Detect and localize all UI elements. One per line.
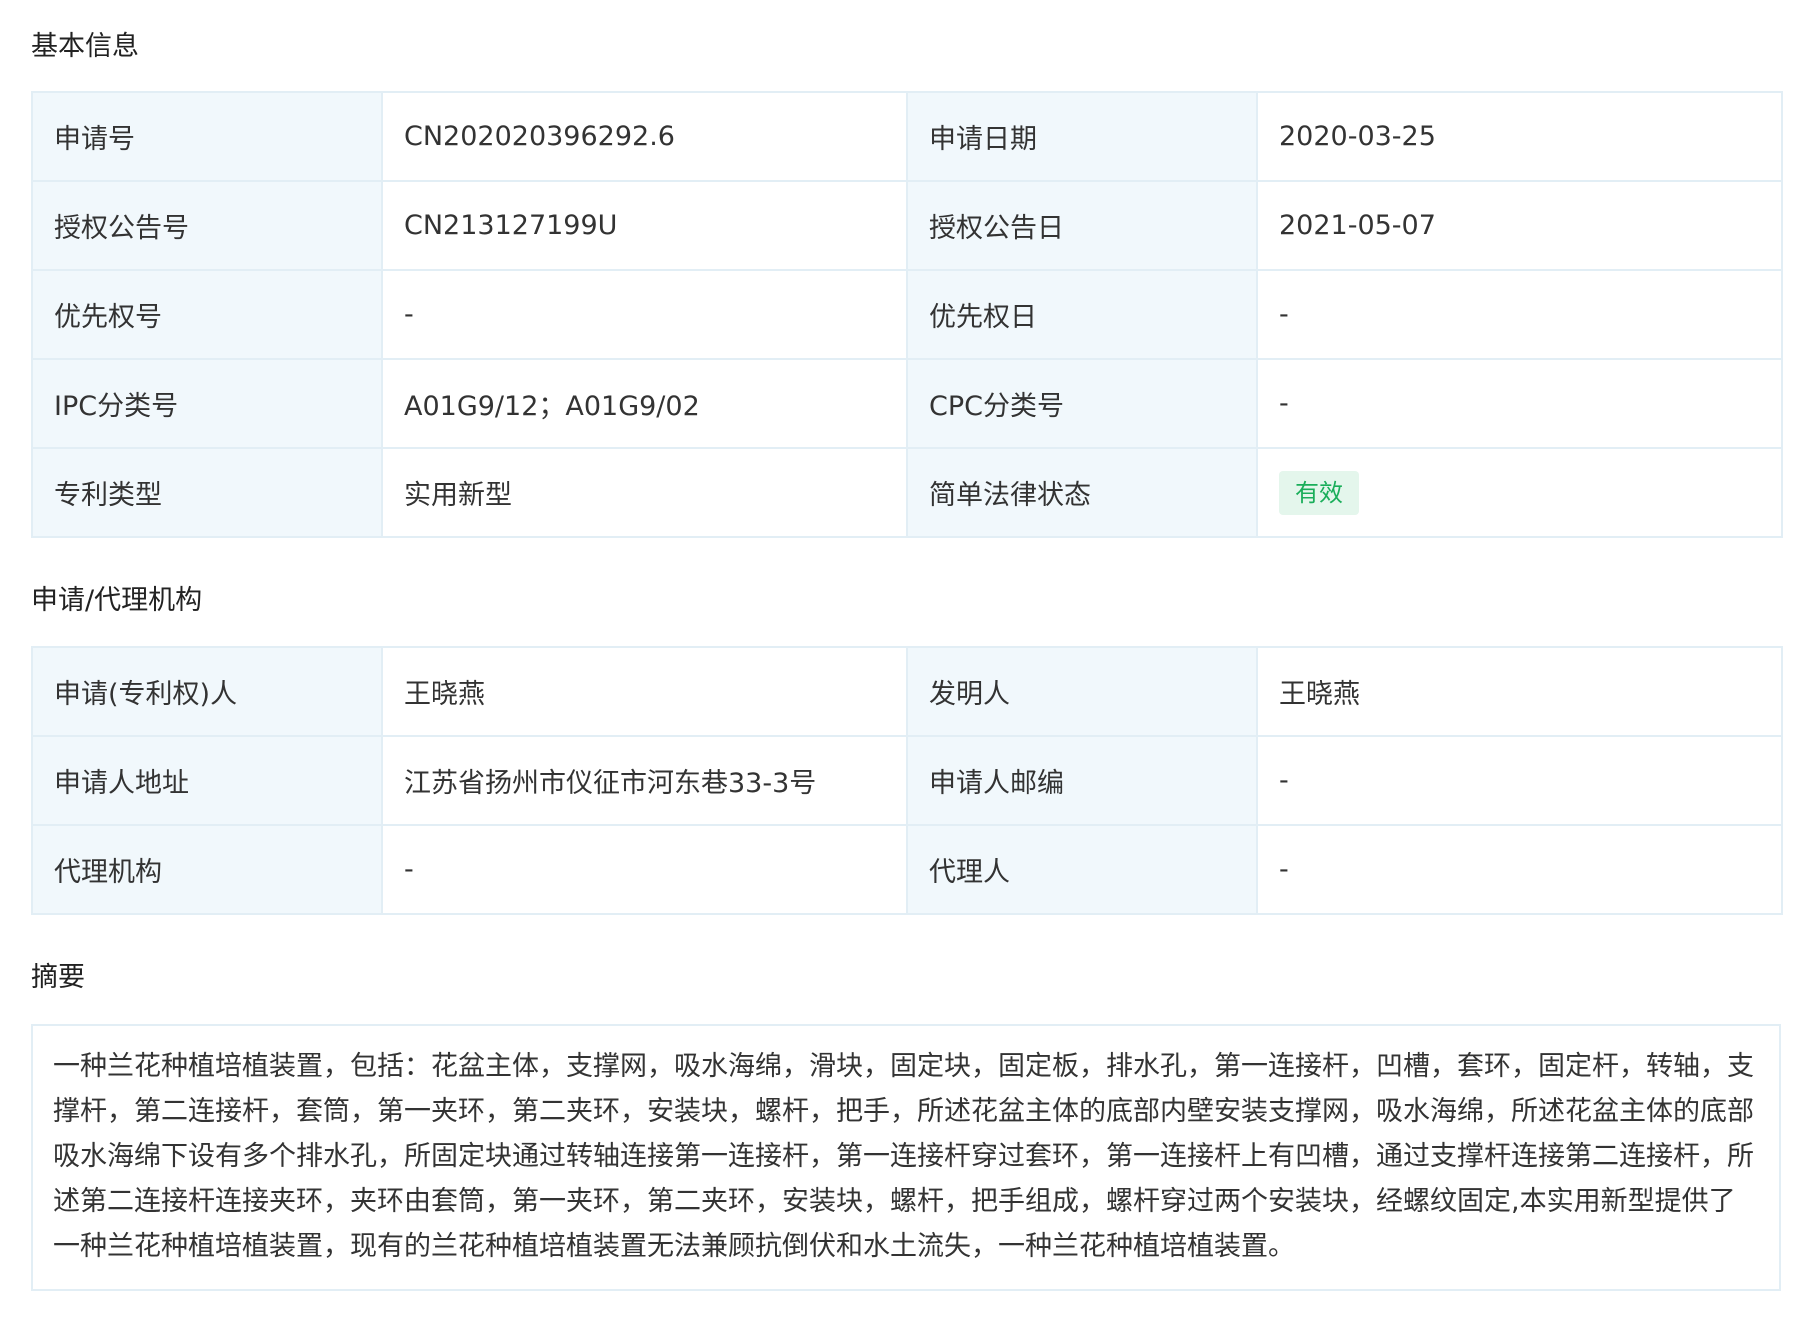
table-row: 授权公告号 CN213127199U 授权公告日 2021-05-07	[31, 180, 1783, 271]
table-row: 专利类型 实用新型 简单法律状态 有效	[31, 447, 1783, 538]
table-row: 优先权号 - 优先权日 -	[31, 269, 1783, 360]
abstract-text: 一种兰花种植培植装置，包括：花盆主体，支撑网，吸水海绵，滑块，固定块，固定板，排…	[31, 1024, 1781, 1291]
field-label: CPC分类号	[906, 358, 1258, 449]
application-date: 2020-03-25	[1256, 91, 1783, 182]
field-label: 申请日期	[906, 91, 1258, 182]
grant-publication-date: 2021-05-07	[1256, 180, 1783, 271]
grant-publication-number: CN213127199U	[381, 180, 908, 271]
field-label: 授权公告日	[906, 180, 1258, 271]
field-label: 发明人	[906, 646, 1258, 737]
field-label: 代理人	[906, 824, 1258, 915]
field-label: 授权公告号	[31, 180, 383, 271]
field-label: 代理机构	[31, 824, 383, 915]
table-row: 申请人地址 江苏省扬州市仪征市河东巷33-3号 申请人邮编 -	[31, 735, 1783, 826]
field-label: 申请(专利权)人	[31, 646, 383, 737]
application-number: CN202020396292.6	[381, 91, 908, 182]
agency: -	[381, 824, 908, 915]
table-row: 申请(专利权)人 王晓燕 发明人 王晓燕	[31, 646, 1783, 737]
applicant-postcode: -	[1256, 735, 1783, 826]
field-label: 申请号	[31, 91, 383, 182]
basic-info-table: 申请号 CN202020396292.6 申请日期 2020-03-25 授权公…	[31, 91, 1783, 538]
table-row: IPC分类号 A01G9/12；A01G9/02 CPC分类号 -	[31, 358, 1783, 449]
legal-status-cell: 有效	[1256, 447, 1783, 538]
section-title-basic-info: 基本信息	[31, 31, 139, 62]
cpc-classification: -	[1256, 358, 1783, 449]
field-label: 专利类型	[31, 447, 383, 538]
applicant-address: 江苏省扬州市仪征市河东巷33-3号	[381, 735, 908, 826]
field-label: IPC分类号	[31, 358, 383, 449]
agent: -	[1256, 824, 1783, 915]
field-label: 申请人邮编	[906, 735, 1258, 826]
ipc-classification: A01G9/12；A01G9/02	[381, 358, 908, 449]
field-label: 优先权号	[31, 269, 383, 360]
status-badge: 有效	[1279, 470, 1359, 515]
section-title-abstract: 摘要	[31, 962, 85, 993]
field-label: 申请人地址	[31, 735, 383, 826]
table-row: 代理机构 - 代理人 -	[31, 824, 1783, 915]
patent-type: 实用新型	[381, 447, 908, 538]
priority-number: -	[381, 269, 908, 360]
inventor: 王晓燕	[1256, 646, 1783, 737]
section-title-agency: 申请/代理机构	[31, 585, 203, 616]
priority-date: -	[1256, 269, 1783, 360]
table-row: 申请号 CN202020396292.6 申请日期 2020-03-25	[31, 91, 1783, 182]
agency-info-table: 申请(专利权)人 王晓燕 发明人 王晓燕 申请人地址 江苏省扬州市仪征市河东巷3…	[31, 646, 1783, 915]
field-label: 简单法律状态	[906, 447, 1258, 538]
field-label: 优先权日	[906, 269, 1258, 360]
applicant: 王晓燕	[381, 646, 908, 737]
